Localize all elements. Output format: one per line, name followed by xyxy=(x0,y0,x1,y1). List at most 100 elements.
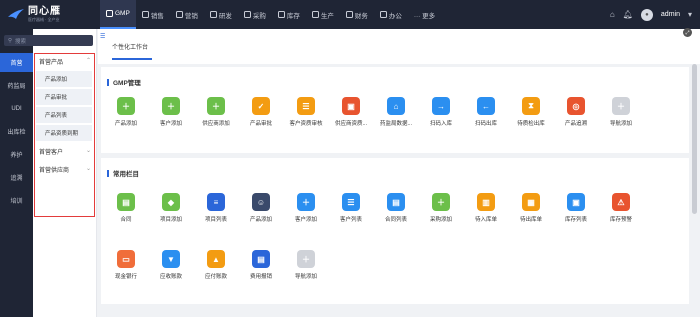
common-tile[interactable]: ▣ 库存列表 xyxy=(556,193,596,223)
common-tile-icon: ≡ xyxy=(207,193,225,211)
gmp-tile[interactable]: ＋ 导航添加 xyxy=(601,97,641,127)
gmp-tile[interactable]: ⧗ 待质检出库 xyxy=(511,97,551,127)
gmp-tile[interactable]: ✓ 产品审批 xyxy=(241,97,281,127)
common-tile-icon: ▤ xyxy=(252,250,270,268)
common-tile-label: 项目列表 xyxy=(204,217,227,223)
gmp-tile-label: 客户资质审核 xyxy=(289,121,323,127)
chevron-down-icon[interactable]: ▾ xyxy=(688,10,692,19)
common-tile-icon: ◆ xyxy=(162,193,180,211)
common-tile[interactable]: ▥ 待入库单 xyxy=(466,193,506,223)
chevron-down-icon: ⌄ xyxy=(85,166,91,172)
chevron-up-icon: ⌃ xyxy=(85,58,91,64)
home-icon[interactable]: ⌂ xyxy=(610,10,615,19)
submenu-group-customers[interactable]: 首营客户 ⌄ xyxy=(39,147,91,156)
common-tile-label: 采购添加 xyxy=(429,217,452,223)
gmp-icon xyxy=(106,10,113,17)
common-tile-icon: ▣ xyxy=(567,193,585,211)
common-card: 常用栏目 xyxy=(101,158,689,304)
gmp-tile[interactable]: ＋ 产品添加 xyxy=(106,97,146,127)
common-tile[interactable]: ⚠ 库存预警 xyxy=(601,193,641,223)
common-tile[interactable]: ▤ 合同列表 xyxy=(376,193,416,223)
gmp-tile[interactable]: ＋ 供应商添加 xyxy=(196,97,236,127)
office-icon xyxy=(379,11,387,18)
common-tile-label: 待入库单 xyxy=(474,217,497,223)
bell-icon[interactable]: 🔔︎ xyxy=(623,10,633,19)
common-tile-icon: ＋ xyxy=(297,193,315,211)
gmp-tile[interactable]: ▣ 供应商资质... xyxy=(331,97,371,127)
common-tile-icon: ⚠ xyxy=(612,193,630,211)
common-tile-label: 客户列表 xyxy=(339,217,362,223)
gmp-tile[interactable]: ← 扫码出库 xyxy=(466,97,506,127)
submenu-group-suppliers[interactable]: 首营供应商 ⌄ xyxy=(39,165,91,174)
common-tile[interactable]: ☰ 客户列表 xyxy=(331,193,371,223)
gmp-tile-icon: ＋ xyxy=(612,97,630,115)
gmp-tile[interactable]: ⌂ 药监局数据... xyxy=(376,97,416,127)
common-tile-icon: ☺ xyxy=(252,193,270,211)
topnav-gmp[interactable]: GMP xyxy=(100,0,136,29)
leftnav-item-maintenance[interactable]: 养护 xyxy=(0,145,33,164)
gmp-tile-icon: ⌂ xyxy=(387,97,405,115)
gmp-tile-label: 供应商资质... xyxy=(334,121,368,127)
gmp-tile-label: 供应商添加 xyxy=(202,121,230,127)
submenu-item-product-approve[interactable]: 产品审批 xyxy=(36,89,92,105)
gmp-tile[interactable]: → 扫码入库 xyxy=(421,97,461,127)
common-tile[interactable]: ≡ 项目列表 xyxy=(196,193,236,223)
common-tile-label: 费用报销 xyxy=(249,274,272,280)
submenu-item-product-list[interactable]: 产品列表 xyxy=(36,107,92,123)
common-tile-label: 导航添加 xyxy=(294,274,317,280)
common-tile[interactable]: ▼ 应收账款 xyxy=(151,250,191,280)
common-tile-label: 应付账款 xyxy=(204,274,227,280)
common-tile[interactable]: ▦ 待出库单 xyxy=(511,193,551,223)
topnav-marketing[interactable]: 营销 xyxy=(170,0,204,29)
production-icon xyxy=(311,11,319,18)
topnav-purchase[interactable]: 采购 xyxy=(238,0,272,29)
tab-bar xyxy=(98,29,700,64)
gmp-tile-icon: ＋ xyxy=(162,97,180,115)
common-tile[interactable]: ☺ 产品添加 xyxy=(241,193,281,223)
common-tile[interactable]: ▭ 现金银行 xyxy=(106,250,146,280)
topnav-sales[interactable]: 销售 xyxy=(136,0,170,29)
topnav-inventory[interactable]: 库存 xyxy=(272,0,306,29)
leftnav-item-udi[interactable]: UDI xyxy=(0,99,33,118)
gmp-tile-label: 产品追溯 xyxy=(564,121,587,127)
submenu-group-products[interactable]: 首营产品 ⌃ xyxy=(39,57,91,66)
tab-workspace[interactable]: 个性化工作台 xyxy=(112,42,148,51)
gmp-tile-label: 待质检出库 xyxy=(517,121,545,127)
leftnav-item-first-business[interactable]: 首营 xyxy=(0,53,33,72)
topnav-office[interactable]: 办公 xyxy=(374,0,408,29)
topnav-rnd[interactable]: 研发 xyxy=(204,0,238,29)
submenu-item-product-add[interactable]: 产品添加 xyxy=(36,71,92,87)
avatar[interactable]: ● xyxy=(640,8,653,21)
topnav-production[interactable]: 生产 xyxy=(306,0,340,29)
leftnav-item-training[interactable]: 培训 xyxy=(0,191,33,210)
user-name[interactable]: admin xyxy=(661,11,680,18)
inventory-icon xyxy=(277,11,285,18)
collapse-menu-icon[interactable]: ☰ xyxy=(100,33,105,40)
common-tile[interactable]: ▤ 费用报销 xyxy=(241,250,281,280)
leftnav-item-fda[interactable]: 药监局 xyxy=(0,76,33,95)
gmp-tile[interactable]: ◎ 产品追溯 xyxy=(556,97,596,127)
common-tile[interactable]: ◆ 项目添加 xyxy=(151,193,191,223)
common-tile[interactable]: ▲ 应付账款 xyxy=(196,250,236,280)
common-tile[interactable]: ▤ 合同 xyxy=(106,193,146,223)
search-input[interactable]: ⚲ 搜索 xyxy=(4,35,93,46)
gmp-tile-icon: ☰ xyxy=(297,97,315,115)
gmp-tile[interactable]: ☰ 客户资质审核 xyxy=(286,97,326,127)
gmp-tile[interactable]: ＋ 客户添加 xyxy=(151,97,191,127)
gmp-tile-label: 产品审批 xyxy=(249,121,272,127)
leftnav-item-trace[interactable]: 追溯 xyxy=(0,168,33,187)
fullscreen-icon[interactable]: ⤢ xyxy=(683,28,692,37)
topnav-finance[interactable]: 财务 xyxy=(340,0,374,29)
common-tile[interactable]: ＋ 导航添加 xyxy=(286,250,326,280)
common-tile-icon: ＋ xyxy=(297,250,315,268)
submenu-item-product-expiry[interactable]: 产品资质到期 xyxy=(36,125,92,141)
gmp-tile-label: 产品添加 xyxy=(114,121,137,127)
gmp-tile-icon: ← xyxy=(477,97,495,115)
common-tile[interactable]: ＋ 客户添加 xyxy=(286,193,326,223)
gmp-tile-icon: ⧗ xyxy=(522,97,540,115)
scrollbar[interactable] xyxy=(692,64,697,214)
leftnav-item-outbound-check[interactable]: 出库检 xyxy=(0,122,33,141)
gmp-tile-icon: ✓ xyxy=(252,97,270,115)
common-tile[interactable]: ＋ 采购添加 xyxy=(421,193,461,223)
topnav-more[interactable]: ··· 更多 xyxy=(408,0,441,29)
